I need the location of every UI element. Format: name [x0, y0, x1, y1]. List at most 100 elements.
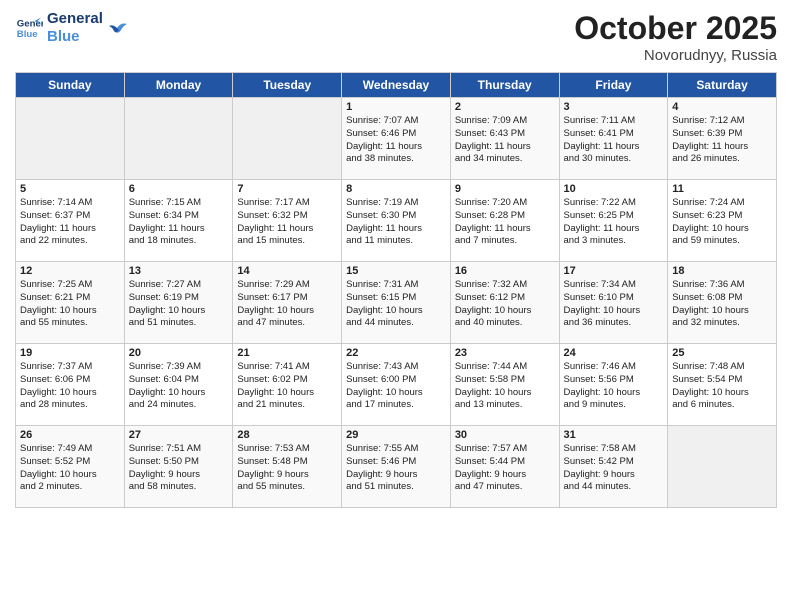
day-info: Daylight: 10 hours	[20, 469, 120, 482]
day-info: Sunset: 6:46 PM	[346, 128, 446, 141]
title-block: October 2025 Novorudnyy, Russia	[574, 10, 777, 64]
day-info: Sunset: 6:12 PM	[455, 292, 555, 305]
calendar-cell: 18Sunrise: 7:36 AMSunset: 6:08 PMDayligh…	[668, 262, 777, 344]
calendar-cell: 15Sunrise: 7:31 AMSunset: 6:15 PMDayligh…	[342, 262, 451, 344]
day-info: Daylight: 11 hours	[564, 141, 664, 154]
day-info: and 18 minutes.	[129, 235, 229, 248]
day-info: Sunset: 6:23 PM	[672, 210, 772, 223]
day-number: 5	[20, 183, 120, 195]
day-info: and 38 minutes.	[346, 153, 446, 166]
day-info: Sunrise: 7:22 AM	[564, 197, 664, 210]
day-number: 25	[672, 347, 772, 359]
day-info: and 59 minutes.	[672, 235, 772, 248]
day-info: and 11 minutes.	[346, 235, 446, 248]
day-info: Daylight: 11 hours	[455, 141, 555, 154]
day-info: Sunset: 6:08 PM	[672, 292, 772, 305]
day-info: Sunrise: 7:57 AM	[455, 443, 555, 456]
day-info: Sunrise: 7:41 AM	[237, 361, 337, 374]
day-info: Sunrise: 7:19 AM	[346, 197, 446, 210]
calendar-cell: 10Sunrise: 7:22 AMSunset: 6:25 PMDayligh…	[559, 180, 668, 262]
day-info: Sunrise: 7:24 AM	[672, 197, 772, 210]
day-number: 20	[129, 347, 229, 359]
day-header-saturday: Saturday	[668, 73, 777, 98]
day-info: Sunset: 6:39 PM	[672, 128, 772, 141]
day-info: and 47 minutes.	[237, 317, 337, 330]
day-info: Sunrise: 7:58 AM	[564, 443, 664, 456]
calendar-cell: 24Sunrise: 7:46 AMSunset: 5:56 PMDayligh…	[559, 344, 668, 426]
calendar-cell: 16Sunrise: 7:32 AMSunset: 6:12 PMDayligh…	[450, 262, 559, 344]
calendar-cell: 23Sunrise: 7:44 AMSunset: 5:58 PMDayligh…	[450, 344, 559, 426]
day-number: 1	[346, 101, 446, 113]
calendar-week-4: 19Sunrise: 7:37 AMSunset: 6:06 PMDayligh…	[16, 344, 777, 426]
day-header-wednesday: Wednesday	[342, 73, 451, 98]
day-info: Daylight: 11 hours	[455, 223, 555, 236]
day-number: 27	[129, 429, 229, 441]
calendar-cell: 20Sunrise: 7:39 AMSunset: 6:04 PMDayligh…	[124, 344, 233, 426]
calendar-cell: 1 Sunrise: 7:07 AMSunset: 6:46 PMDaylight…	[342, 98, 451, 180]
calendar-cell: 17Sunrise: 7:34 AMSunset: 6:10 PMDayligh…	[559, 262, 668, 344]
day-info: Daylight: 10 hours	[129, 305, 229, 318]
day-info: and 44 minutes.	[564, 481, 664, 494]
day-number: 6	[129, 183, 229, 195]
day-header-thursday: Thursday	[450, 73, 559, 98]
calendar-cell: 25Sunrise: 7:48 AMSunset: 5:54 PMDayligh…	[668, 344, 777, 426]
day-info: Sunset: 6:10 PM	[564, 292, 664, 305]
day-number: 19	[20, 347, 120, 359]
header: General Blue General Blue October 2025 N…	[15, 10, 777, 64]
day-info: and 51 minutes.	[129, 317, 229, 330]
day-info: Sunset: 6:21 PM	[20, 292, 120, 305]
day-info: Sunrise: 7:07 AM	[346, 115, 446, 128]
day-info: Daylight: 11 hours	[346, 141, 446, 154]
day-info: Sunset: 6:34 PM	[129, 210, 229, 223]
day-number: 24	[564, 347, 664, 359]
day-number: 21	[237, 347, 337, 359]
day-number: 30	[455, 429, 555, 441]
day-info: and 6 minutes.	[672, 399, 772, 412]
day-info: Daylight: 10 hours	[564, 305, 664, 318]
calendar-cell: 7Sunrise: 7:17 AMSunset: 6:32 PMDaylight…	[233, 180, 342, 262]
day-header-friday: Friday	[559, 73, 668, 98]
day-info: Sunrise: 7:43 AM	[346, 361, 446, 374]
calendar-cell: 19Sunrise: 7:37 AMSunset: 6:06 PMDayligh…	[16, 344, 125, 426]
day-info: Sunset: 6:37 PM	[20, 210, 120, 223]
day-info: Sunset: 6:32 PM	[237, 210, 337, 223]
day-info: Sunrise: 7:34 AM	[564, 279, 664, 292]
day-number: 15	[346, 265, 446, 277]
day-info: Sunset: 6:43 PM	[455, 128, 555, 141]
day-info: Daylight: 11 hours	[346, 223, 446, 236]
day-info: Sunset: 6:19 PM	[129, 292, 229, 305]
day-info: Daylight: 9 hours	[129, 469, 229, 482]
day-info: and 17 minutes.	[346, 399, 446, 412]
calendar-week-3: 12 Sunrise: 7:25 AMSunset: 6:21 PM Dayligh…	[16, 262, 777, 344]
calendar-week-1: 1Sunrise: 7:07 AMSunset: 6:46 PMDaylight…	[16, 98, 777, 180]
calendar-week-5: 26Sunrise: 7:49 AMSunset: 5:52 PMDayligh…	[16, 426, 777, 508]
day-info: Sunrise: 7:32 AM	[455, 279, 555, 292]
day-info: Sunrise: 7:36 AM	[672, 279, 772, 292]
day-info: and 55 minutes.	[20, 317, 120, 330]
svg-text:Blue: Blue	[17, 29, 38, 40]
day-number: 26	[20, 429, 120, 441]
calendar-week-2: 5Sunrise: 7:14 AMSunset: 6:37 PMDaylight…	[16, 180, 777, 262]
day-info: Sunset: 6:41 PM	[564, 128, 664, 141]
day-info: and 7 minutes.	[455, 235, 555, 248]
calendar-cell: 14Sunrise: 7:29 AMSunset: 6:17 PMDayligh…	[233, 262, 342, 344]
day-number: 9	[455, 183, 555, 195]
calendar-cell	[668, 426, 777, 508]
day-info: Daylight: 10 hours	[564, 387, 664, 400]
day-info: and 15 minutes.	[237, 235, 337, 248]
calendar-table: SundayMondayTuesdayWednesdayThursdayFrid…	[15, 72, 777, 508]
day-info: and 55 minutes.	[237, 481, 337, 494]
day-info: Sunrise: 7:25 AM	[20, 279, 120, 292]
day-info: Daylight: 9 hours	[455, 469, 555, 482]
day-info: Sunrise: 7:49 AM	[20, 443, 120, 456]
calendar-cell: 4Sunrise: 7:12 AMSunset: 6:39 PMDaylight…	[668, 98, 777, 180]
calendar-body: 1Sunrise: 7:07 AMSunset: 6:46 PMDaylight…	[16, 98, 777, 508]
calendar-cell: 28Sunrise: 7:53 AMSunset: 5:48 PMDayligh…	[233, 426, 342, 508]
day-info: Daylight: 10 hours	[672, 223, 772, 236]
day-number: 12	[20, 265, 120, 277]
day-info: Daylight: 10 hours	[129, 387, 229, 400]
day-info: Daylight: 10 hours	[455, 305, 555, 318]
day-number: 18	[672, 265, 772, 277]
day-info: Daylight: 9 hours	[346, 469, 446, 482]
day-info: Sunset: 5:42 PM	[564, 456, 664, 469]
